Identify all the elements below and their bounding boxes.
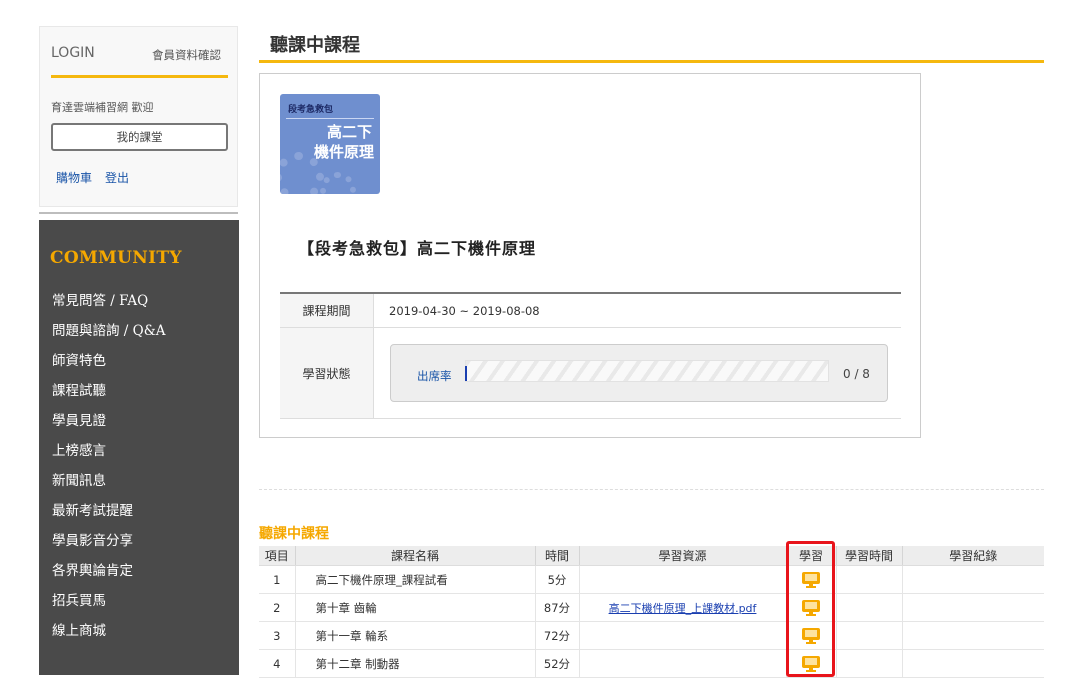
table-row: 3 第十一章 輪系 72分 [259, 621, 1044, 650]
row-no: 3 [259, 621, 296, 650]
row-time: 87分 [535, 593, 580, 622]
sidebar-item-qa[interactable]: 問題與諮詢 / Q&A [52, 319, 165, 349]
thumbnail-line1: 高二下 [326, 123, 372, 141]
row-no: 4 [259, 649, 296, 678]
thumbnail-line2: 機件原理 [313, 143, 374, 161]
course-card: 段考急救包 高二下 機件原理 【段考急救包】高二下機件原理 課程期間 2019-… [259, 73, 921, 438]
row-time: 5分 [535, 565, 580, 594]
thumbnail-tag: 段考急救包 [288, 105, 334, 115]
status-row: 學習狀態 出席率 0 / 8 [280, 328, 901, 419]
row-lesson-name: 第十一章 輪系 [295, 621, 536, 650]
row-resource [579, 649, 787, 678]
sidebar-item-testimonials[interactable]: 學員見證 [52, 409, 165, 439]
sidebar-item-recruit[interactable]: 招兵買馬 [52, 589, 165, 619]
section-divider [259, 489, 1044, 490]
row-no: 1 [259, 565, 296, 594]
row-study-time [836, 621, 903, 650]
cart-link[interactable]: 購物車 [56, 169, 92, 186]
row-resource [579, 621, 787, 650]
course-info-table: 課程期間 2019-04-30 ~ 2019-08-08 學習狀態 出席率 0 … [280, 292, 901, 419]
sidebar-item-success[interactable]: 上榜感言 [52, 439, 165, 469]
community-title: COMMUNITY [50, 248, 182, 268]
study-column-highlight [786, 541, 835, 677]
login-underline [51, 75, 228, 78]
row-lesson-name: 第十章 齒輪 [295, 593, 536, 622]
login-title: LOGIN [51, 45, 95, 61]
my-class-button[interactable]: 我的課堂 [51, 123, 228, 151]
col-header-name: 課程名稱 [295, 546, 536, 566]
col-header-study-time: 學習時間 [836, 546, 903, 566]
attendance-progress-bar [465, 360, 829, 382]
row-resource [579, 565, 787, 594]
sidebar-item-news[interactable]: 新聞訊息 [52, 469, 165, 499]
lesson-table: 項目 課程名稱 時間 學習資源 學習 學習時間 學習紀錄 1 高二下機件原理_課… [259, 546, 1044, 678]
status-label: 學習狀態 [280, 328, 374, 418]
page-title: 聽課中課程 [270, 35, 360, 56]
row-record [902, 621, 1044, 650]
row-time: 72分 [535, 621, 580, 650]
row-record [902, 649, 1044, 678]
row-study-time [836, 649, 903, 678]
row-study-time [836, 593, 903, 622]
attendance-count: 0 / 8 [843, 367, 870, 381]
table-row: 2 第十章 齒輪 87分 高二下機件原理_上課教材.pdf [259, 593, 1044, 622]
course-thumbnail[interactable]: 段考急救包 高二下 機件原理 [280, 94, 380, 194]
row-study-time [836, 565, 903, 594]
col-header-record: 學習紀錄 [902, 546, 1044, 566]
row-lesson-name: 第十二章 制動器 [295, 649, 536, 678]
row-lesson-name: 高二下機件原理_課程試看 [295, 565, 536, 594]
table-header-row: 項目 課程名稱 時間 學習資源 學習 學習時間 學習紀錄 [259, 546, 1044, 566]
welcome-text: 育達雲端補習網 歡迎 [51, 101, 154, 114]
sidebar-divider [39, 212, 238, 214]
section-title: 聽課中課程 [259, 526, 329, 542]
row-time: 52分 [535, 649, 580, 678]
community-menu: 常見問答 / FAQ 問題與諮詢 / Q&A 師資特色 課程試聽 學員見證 上榜… [52, 289, 165, 649]
row-no: 2 [259, 593, 296, 622]
login-panel: LOGIN 會員資料確認 育達雲端補習網 歡迎 我的課堂 購物車 登出 [39, 26, 238, 207]
period-row: 課程期間 2019-04-30 ~ 2019-08-08 [280, 294, 901, 328]
attendance-label: 出席率 [417, 369, 452, 383]
sidebar-item-shop[interactable]: 線上商城 [52, 619, 165, 649]
thumbnail-divider [286, 118, 374, 119]
row-record [902, 565, 1044, 594]
gear-icon [320, 172, 356, 194]
community-sidebar: COMMUNITY 常見問答 / FAQ 問題與諮詢 / Q&A 師資特色 課程… [39, 220, 239, 675]
table-row: 4 第十二章 制動器 52分 [259, 649, 1044, 678]
sidebar-item-exam-reminder[interactable]: 最新考試提醒 [52, 499, 165, 529]
col-header-no: 項目 [259, 546, 296, 566]
course-name: 【段考急救包】高二下機件原理 [298, 239, 537, 258]
attendance-progress-fill [465, 366, 467, 381]
sidebar-item-video-share[interactable]: 學員影音分享 [52, 529, 165, 559]
status-value: 出席率 0 / 8 [374, 328, 901, 418]
member-info-link[interactable]: 會員資料確認 [152, 47, 221, 63]
title-underline [259, 60, 1044, 63]
sidebar-item-trial[interactable]: 課程試聽 [52, 379, 165, 409]
sidebar-item-teachers[interactable]: 師資特色 [52, 349, 165, 379]
period-label: 課程期間 [280, 294, 374, 327]
sidebar-item-opinion[interactable]: 各界輿論肯定 [52, 559, 165, 589]
logout-link[interactable]: 登出 [105, 169, 129, 186]
attendance-box: 出席率 0 / 8 [390, 344, 888, 402]
row-resource: 高二下機件原理_上課教材.pdf [579, 593, 787, 622]
resource-link[interactable]: 高二下機件原理_上課教材.pdf [609, 602, 757, 615]
period-value: 2019-04-30 ~ 2019-08-08 [389, 303, 540, 318]
col-header-resource: 學習資源 [579, 546, 787, 566]
row-record [902, 593, 1044, 622]
sidebar-item-faq[interactable]: 常見問答 / FAQ [52, 289, 165, 319]
table-row: 1 高二下機件原理_課程試看 5分 [259, 565, 1044, 594]
col-header-time: 時間 [535, 546, 580, 566]
